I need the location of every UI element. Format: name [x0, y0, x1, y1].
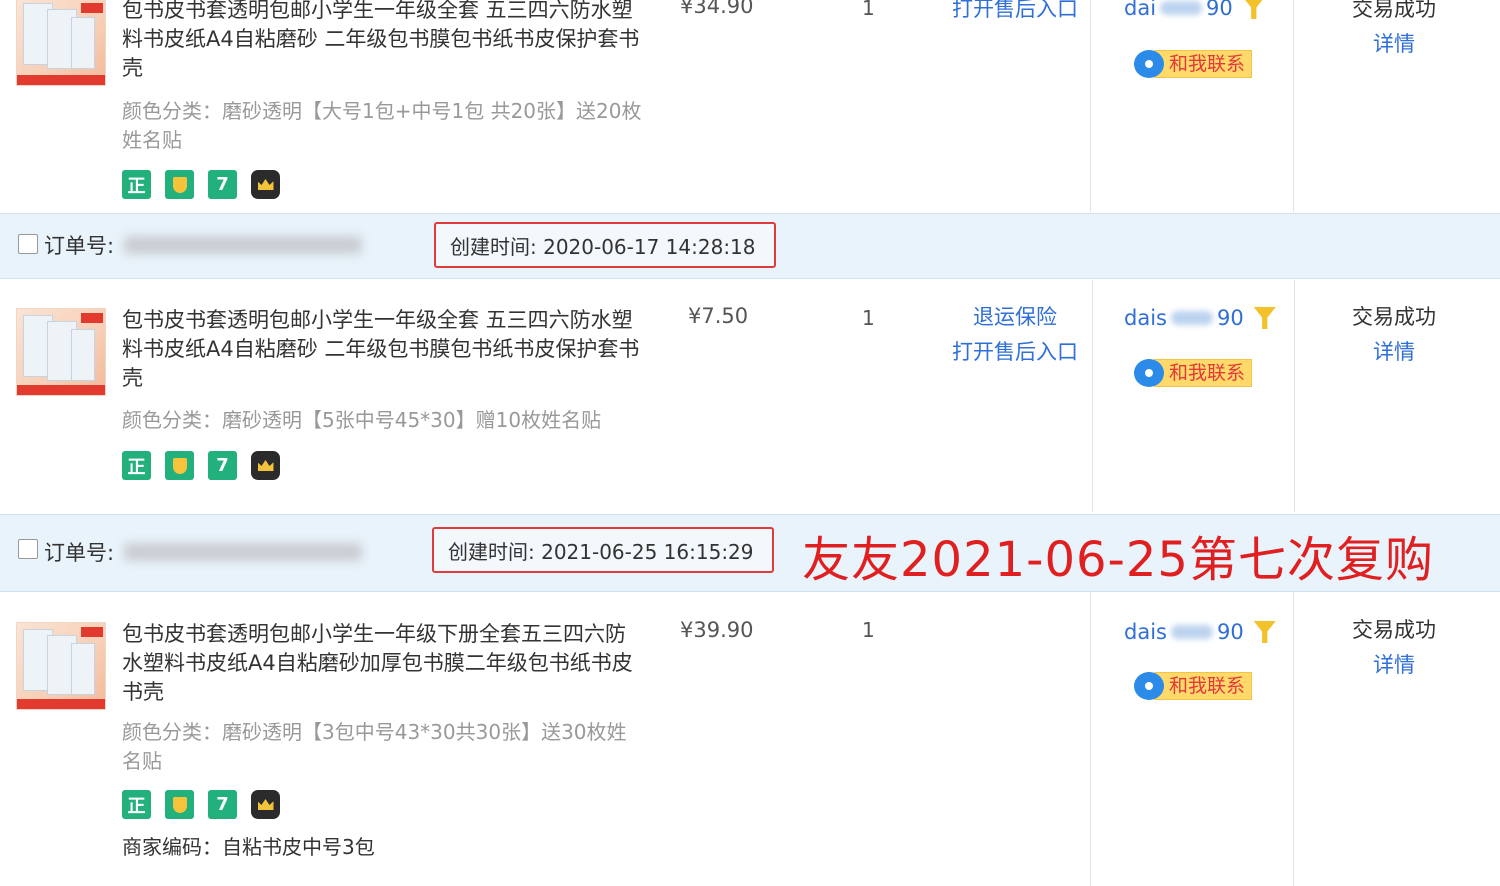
detail-link[interactable]: 详情	[1296, 27, 1492, 62]
order-checkbox[interactable]	[18, 539, 38, 559]
product-thumbnail[interactable]	[16, 0, 106, 86]
order-item: 包书皮书套透明包邮小学生一年级全套 五三四六防水塑料书皮纸A4自粘磨砂 二年级包…	[0, 280, 1500, 512]
unit-price: ¥39.90	[680, 618, 754, 642]
order-status: 交易成功 详情	[1296, 613, 1492, 683]
product-spec: 颜色分类：磨砂透明【大号1包+中号1包 共20张】送20枚姓名贴	[122, 99, 642, 152]
open-aftersale-link[interactable]: 打开售后入口	[940, 335, 1090, 370]
seven-day-return-icon: 7	[208, 790, 237, 819]
shield-icon	[165, 790, 194, 819]
unit-price: ¥34.90	[680, 0, 754, 18]
status-text: 交易成功	[1352, 0, 1436, 21]
product-title[interactable]: 包书皮书套透明包邮小学生一年级全套 五三四六防水塑料书皮纸A4自粘磨砂 二年级包…	[122, 0, 647, 83]
order-checkbox[interactable]	[18, 234, 38, 254]
status-text: 交易成功	[1352, 305, 1436, 329]
order-number-label: 订单号:	[44, 234, 115, 258]
unit-price: ¥7.50	[688, 304, 749, 328]
open-aftersale-link[interactable]: 打开售后入口	[940, 0, 1090, 27]
created-time: 创建时间: 2021-06-25 16:15:29	[432, 527, 774, 573]
product-thumbnail[interactable]	[16, 622, 106, 710]
created-time: 创建时间: 2020-06-17 14:28:18	[434, 222, 776, 268]
product-spec: 颜色分类：磨砂透明【5张中号45*30】赠10枚姓名贴	[122, 408, 602, 432]
order-header: 订单号: 创建时间: 2020-06-17 14:28:18	[0, 213, 1500, 279]
contact-seller-button[interactable]: 和我联系	[1134, 672, 1253, 700]
service-badges: 正 7	[122, 790, 280, 819]
crown-icon	[251, 170, 280, 199]
detail-link[interactable]: 详情	[1296, 648, 1492, 683]
filter-icon[interactable]	[1242, 0, 1265, 19]
seller-name[interactable]: dais 90	[1124, 620, 1276, 644]
contact-seller-button[interactable]: 和我联系	[1134, 359, 1253, 387]
crown-icon	[251, 451, 280, 480]
product-title[interactable]: 包书皮书套透明包邮小学生一年级下册全套五三四六防水塑料书皮纸A4自粘磨砂加厚包书…	[122, 620, 642, 707]
chat-bubble-icon	[1134, 672, 1164, 700]
genuine-badge-icon: 正	[122, 790, 151, 819]
contact-seller-button[interactable]: 和我联系	[1134, 50, 1253, 78]
service-badges: 正 7	[122, 451, 280, 480]
chat-bubble-icon	[1134, 359, 1164, 387]
order-item: 包书皮书套透明包邮小学生一年级下册全套五三四六防水塑料书皮纸A4自粘磨砂加厚包书…	[0, 592, 1500, 886]
shield-icon	[165, 451, 194, 480]
shield-icon	[165, 170, 194, 199]
repurchase-annotation: 友友2021-06-25第七次复购	[802, 532, 1434, 588]
quantity: 1	[862, 618, 875, 642]
product-thumbnail[interactable]	[16, 308, 106, 396]
aftersale-links: 退运保险 打开售后入口	[940, 300, 1090, 370]
detail-link[interactable]: 详情	[1296, 335, 1492, 370]
chat-bubble-icon	[1134, 50, 1164, 78]
order-number-redacted	[124, 543, 362, 561]
order-number-redacted	[124, 236, 362, 254]
service-badges: 正 7	[122, 170, 280, 199]
order-status: 交易成功 详情	[1296, 300, 1492, 370]
crown-icon	[251, 790, 280, 819]
aftersale-links: 打开售后入口	[940, 0, 1090, 27]
product-title[interactable]: 包书皮书套透明包邮小学生一年级全套 五三四六防水塑料书皮纸A4自粘磨砂 二年级包…	[122, 306, 647, 393]
product-spec: 颜色分类：磨砂透明【3包中号43*30共30张】送30枚姓名贴	[122, 720, 627, 773]
status-text: 交易成功	[1352, 618, 1436, 642]
genuine-badge-icon: 正	[122, 170, 151, 199]
quantity: 1	[862, 0, 875, 20]
seller-name[interactable]: dai 90	[1124, 0, 1265, 20]
filter-icon[interactable]	[1253, 307, 1276, 329]
order-item: 包书皮书套透明包邮小学生一年级全套 五三四六防水塑料书皮纸A4自粘磨砂 二年级包…	[0, 0, 1500, 212]
merchant-code: 商家编码：自粘书皮中号3包	[122, 835, 375, 859]
return-shipping-insurance-link[interactable]: 退运保险	[940, 300, 1090, 335]
seven-day-return-icon: 7	[208, 451, 237, 480]
order-number-label: 订单号:	[44, 541, 115, 565]
filter-icon[interactable]	[1253, 621, 1276, 643]
genuine-badge-icon: 正	[122, 451, 151, 480]
seller-name[interactable]: dais 90	[1124, 306, 1276, 330]
seven-day-return-icon: 7	[208, 170, 237, 199]
order-status: 交易成功 详情	[1296, 0, 1492, 62]
quantity: 1	[862, 306, 875, 330]
